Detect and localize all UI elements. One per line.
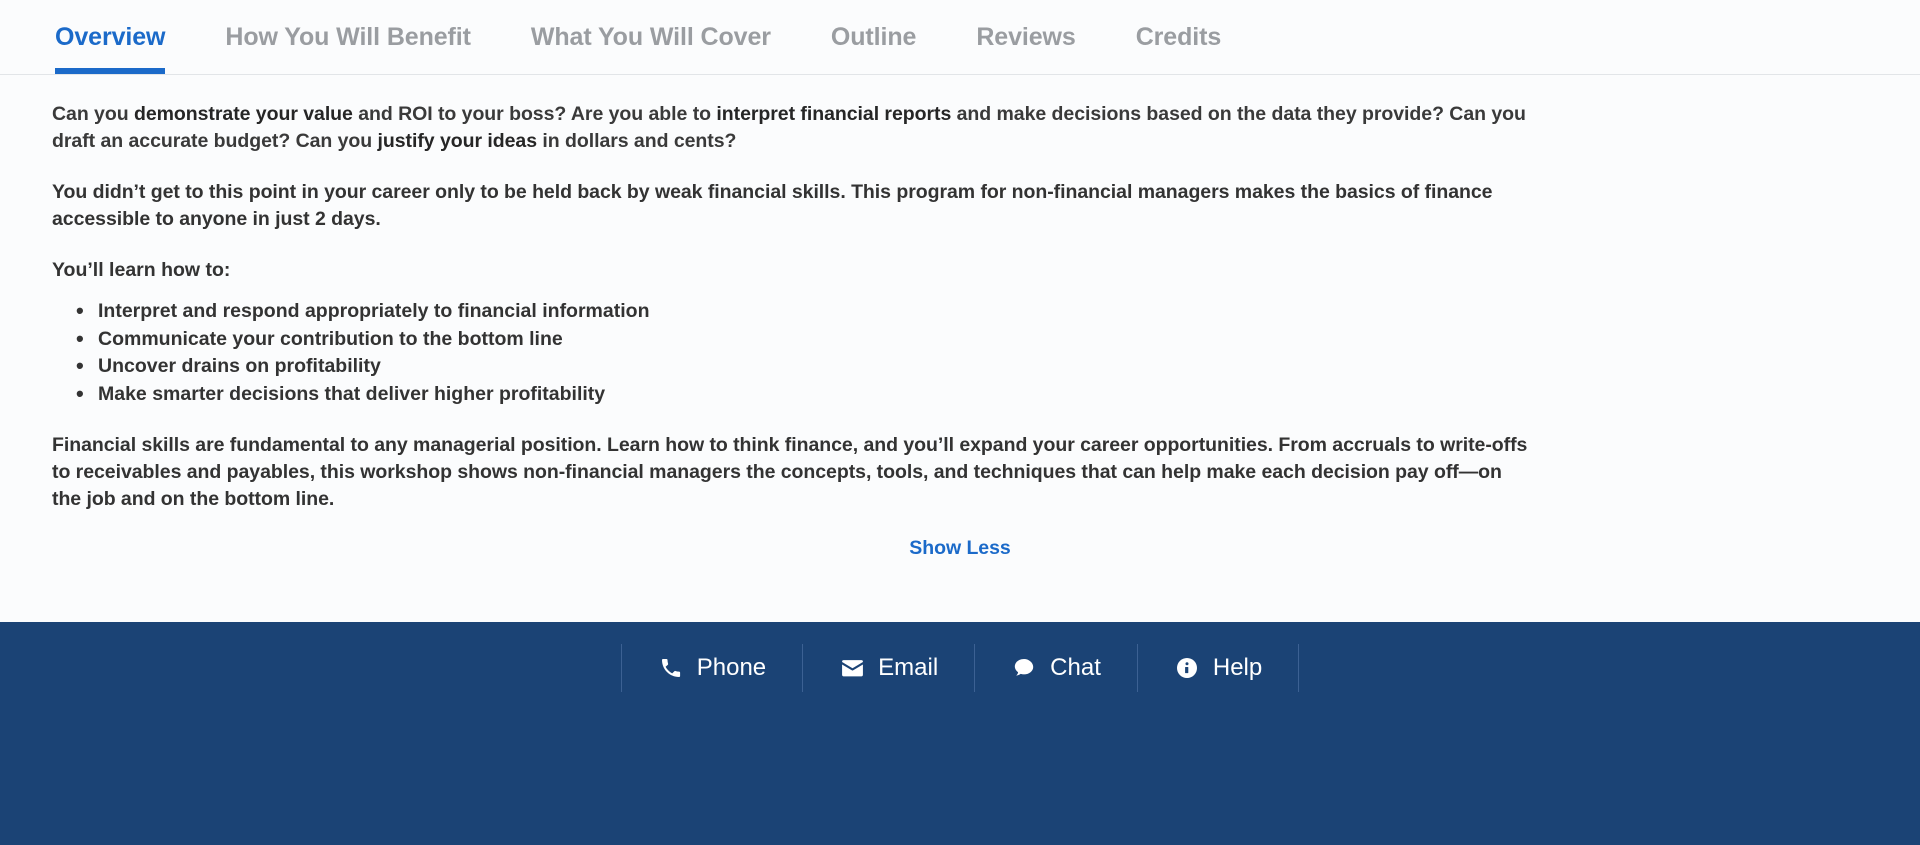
overview-panel: Can you demonstrate your value and ROI t… xyxy=(0,75,1920,622)
contact-help-label: Help xyxy=(1212,654,1263,681)
tab-outline-label: Outline xyxy=(830,22,917,51)
tab-credits[interactable]: Credits xyxy=(1135,0,1222,74)
p1-seg-4: in dollars and cents? xyxy=(537,130,737,152)
tab-outline[interactable]: Outline xyxy=(830,0,917,74)
p1-emphasis-3: justify your ideas xyxy=(377,130,538,152)
p1-seg-2: and ROI to your boss? Are you able to xyxy=(352,103,717,125)
learn-lead-in: You’ll learn how to: xyxy=(52,259,231,281)
p1-emphasis-1: demonstrate your value xyxy=(133,103,353,125)
section-tabs: Overview How You Will Benefit What You W… xyxy=(0,0,1920,75)
list-item-label: Uncover drains on profitability xyxy=(98,355,381,377)
tab-what-you-will-cover[interactable]: What You Will Cover xyxy=(531,0,771,74)
list-item: Interpret and respond appropriately to f… xyxy=(76,297,1868,326)
show-less-container: Show Less xyxy=(52,537,1868,560)
tab-what-you-will-cover-label: What You Will Cover xyxy=(530,22,771,51)
contact-chat-label: Chat xyxy=(1050,654,1101,681)
list-item-label: Make smarter decisions that deliver high… xyxy=(98,382,606,405)
list-item: Uncover drains on profitability xyxy=(76,352,1868,381)
overview-paragraph-1: Can you demonstrate your value and ROI t… xyxy=(52,101,1532,155)
tab-reviews[interactable]: Reviews xyxy=(976,0,1075,74)
learning-objectives-list: Interpret and respond appropriately to f… xyxy=(52,297,1868,409)
overview-paragraph-3: Financial skills are fundamental to any … xyxy=(52,434,1528,510)
list-item-label: Interpret and respond appropriately to f… xyxy=(98,300,650,322)
envelope-icon xyxy=(839,655,865,681)
list-item: Communicate your contribution to the bot… xyxy=(76,325,1868,354)
tab-overview-label: Overview xyxy=(55,22,166,51)
contact-email-label: Email xyxy=(878,654,939,681)
contact-help-button[interactable]: Help xyxy=(1138,644,1300,692)
p1-seg-1: Can you xyxy=(52,103,134,125)
list-item: Make smarter decisions that deliver high… xyxy=(76,380,1868,409)
chat-bubble-icon xyxy=(1011,655,1037,681)
contact-email-button[interactable]: Email xyxy=(803,644,976,692)
course-detail-page: Overview How You Will Benefit What You W… xyxy=(0,0,1920,845)
tab-reviews-label: Reviews xyxy=(976,22,1076,51)
contact-phone-button[interactable]: Phone xyxy=(620,644,804,692)
info-circle-icon xyxy=(1174,655,1200,681)
p1-emphasis-2: interpret financial reports xyxy=(716,103,952,125)
phone-icon xyxy=(658,655,684,681)
list-item-label: Communicate your contribution to the bot… xyxy=(98,327,563,350)
tab-how-you-will-benefit[interactable]: How You Will Benefit xyxy=(225,0,471,74)
contact-bar-items: Phone Email Chat Help xyxy=(620,644,1300,692)
tab-credits-label: Credits xyxy=(1135,22,1222,51)
contact-chat-button[interactable]: Chat xyxy=(975,644,1138,692)
overview-paragraph-2: You didn’t get to this point in your car… xyxy=(52,181,1493,230)
tab-overview[interactable]: Overview xyxy=(55,0,166,74)
contact-phone-label: Phone xyxy=(696,654,767,681)
contact-bar: Phone Email Chat Help xyxy=(0,622,1920,845)
tab-how-you-will-benefit-label: How You Will Benefit xyxy=(225,22,471,51)
show-less-link[interactable]: Show Less xyxy=(909,537,1010,560)
